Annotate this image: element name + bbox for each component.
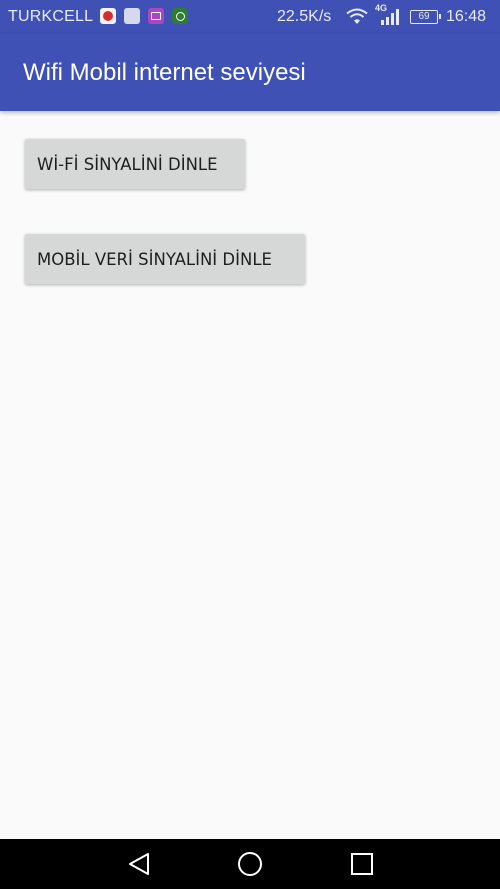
network-speed: 22.5K/s — [277, 8, 332, 25]
recents-icon[interactable] — [349, 851, 375, 877]
status-bar: TURKCELL 22.5K/s 4G 69 16:48 — [0, 0, 500, 33]
back-icon[interactable] — [126, 851, 152, 877]
listen-mobile-data-signal-button[interactable]: MOBİL VERİ SİNYALİNİ DİNLE — [25, 234, 305, 284]
clock: 16:48 — [446, 8, 487, 25]
app-title: Wifi Mobil internet seviyesi — [23, 59, 306, 86]
app-bar: Wifi Mobil internet seviyesi — [0, 33, 500, 111]
wifi-signal-icon — [346, 8, 368, 24]
grey-app-icon — [124, 8, 140, 24]
carrier-name: TURKCELL — [8, 8, 94, 25]
whatsapp-icon — [172, 8, 188, 24]
listen-wifi-signal-button[interactable]: Wİ-Fİ SİNYALİNİ DİNLE — [25, 139, 245, 189]
notification-icons — [100, 8, 188, 24]
cell-signal-icon — [381, 9, 399, 25]
battery-icon: 69 — [410, 10, 441, 24]
home-icon[interactable] — [237, 851, 263, 877]
umbrella-app-icon — [100, 8, 116, 24]
gallery-icon — [148, 8, 164, 24]
navigation-bar — [0, 839, 500, 889]
